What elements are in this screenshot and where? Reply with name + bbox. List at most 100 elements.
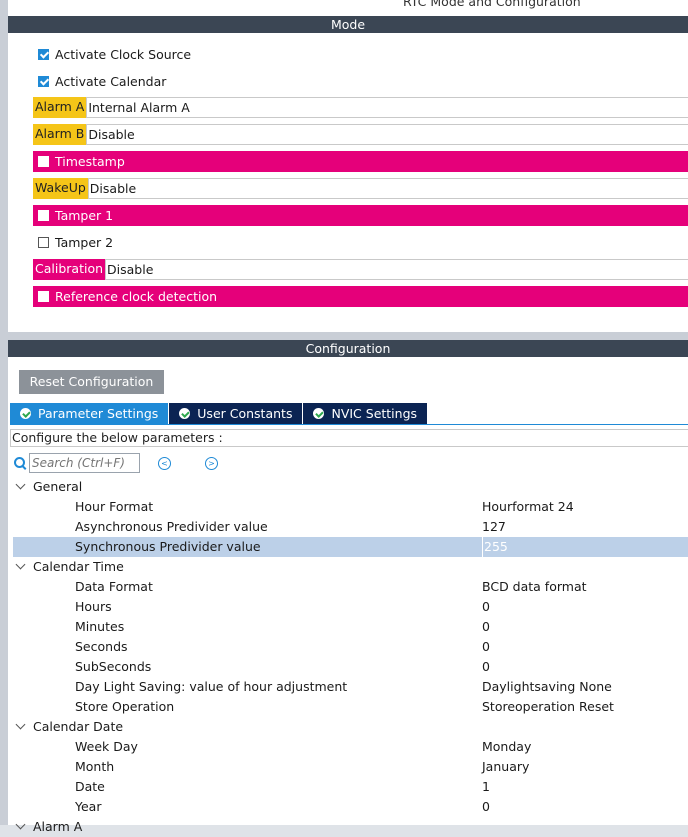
param-name: Year bbox=[75, 799, 102, 814]
param-row[interactable]: Day Light Saving: value of hour adjustme… bbox=[8, 677, 688, 697]
param-value[interactable]: 1 bbox=[482, 777, 490, 797]
tab-underline bbox=[10, 424, 688, 425]
activate-clock-source-row[interactable]: Activate Clock Source bbox=[33, 44, 688, 65]
param-name: Month bbox=[75, 759, 115, 774]
param-value[interactable]: Daylightsaving None bbox=[482, 677, 612, 697]
group-general[interactable]: General bbox=[8, 477, 688, 497]
left-gutter bbox=[0, 0, 8, 825]
param-value[interactable]: Hourformat 24 bbox=[482, 497, 574, 517]
param-row[interactable]: Seconds 0 bbox=[8, 637, 688, 657]
param-value[interactable]: 0 bbox=[482, 657, 490, 677]
tamper1-checkbox[interactable] bbox=[38, 210, 49, 221]
search-next-icon[interactable]: > bbox=[205, 456, 218, 470]
param-name: Week Day bbox=[75, 739, 138, 754]
tab-nvic-settings[interactable]: NVIC Settings bbox=[303, 403, 428, 424]
configure-hint: Configure the below parameters : bbox=[10, 429, 688, 447]
wakeup-row: WakeUp Disable bbox=[33, 178, 688, 199]
alarm-b-label: Alarm B bbox=[33, 124, 87, 145]
activate-clock-source-label: Activate Clock Source bbox=[55, 47, 192, 62]
timestamp-row[interactable]: Timestamp bbox=[33, 151, 688, 172]
chevron-down-icon[interactable] bbox=[15, 559, 26, 570]
tab-label: User Constants bbox=[197, 406, 293, 421]
param-value[interactable]: 127 bbox=[482, 517, 506, 537]
group-label: Calendar Date bbox=[33, 719, 124, 734]
search-previous-icon[interactable]: < bbox=[158, 456, 171, 470]
alarm-a-label: Alarm A bbox=[33, 97, 87, 118]
param-value[interactable]: Storeoperation Reset bbox=[482, 697, 614, 717]
param-value[interactable]: 0 bbox=[482, 797, 490, 817]
alarm-b-select[interactable]: Disable bbox=[86, 124, 688, 145]
reference-clock-checkbox[interactable] bbox=[38, 291, 49, 302]
param-name: Hours bbox=[75, 599, 112, 614]
configuration-panel: Reset Configuration Parameter Settings U… bbox=[8, 357, 688, 834]
tab-user-constants[interactable]: User Constants bbox=[169, 403, 303, 424]
group-label: Alarm A bbox=[33, 819, 83, 834]
activate-calendar-label: Activate Calendar bbox=[55, 74, 167, 89]
group-alarm-a[interactable]: Alarm A bbox=[8, 817, 688, 837]
param-row-selected[interactable]: Synchronous Predivider value 255 bbox=[13, 537, 688, 557]
panel-divider bbox=[8, 332, 688, 340]
param-value[interactable]: 0 bbox=[482, 597, 490, 617]
activate-calendar-row[interactable]: Activate Calendar bbox=[33, 71, 688, 92]
param-name: Hour Format bbox=[75, 499, 154, 514]
tamper1-label: Tamper 1 bbox=[55, 208, 114, 223]
param-name: Date bbox=[75, 779, 105, 794]
param-value-editor[interactable]: 255 bbox=[482, 537, 508, 557]
param-name: Store Operation bbox=[75, 699, 175, 714]
check-circle-icon bbox=[20, 408, 31, 419]
calibration-row: Calibration Disable bbox=[33, 259, 688, 280]
window-title: RTC Mode and Configuration bbox=[403, 0, 581, 9]
chevron-down-icon[interactable] bbox=[15, 719, 26, 730]
param-value[interactable]: January bbox=[482, 757, 529, 777]
mode-panel: Activate Clock Source Activate Calendar … bbox=[8, 33, 688, 332]
calibration-label: Calibration bbox=[33, 259, 106, 280]
group-calendar-time[interactable]: Calendar Time bbox=[8, 557, 688, 577]
tamper2-row[interactable]: Tamper 2 bbox=[33, 232, 688, 253]
param-name: Data Format bbox=[75, 579, 153, 594]
param-row[interactable]: Hours 0 bbox=[8, 597, 688, 617]
tab-label: NVIC Settings bbox=[331, 406, 418, 421]
alarm-b-row: Alarm B Disable bbox=[33, 124, 688, 145]
reset-configuration-button[interactable]: Reset Configuration bbox=[19, 370, 164, 394]
param-row[interactable]: Week Day Monday bbox=[8, 737, 688, 757]
window-title-bar: RTC Mode and Configuration bbox=[8, 0, 688, 16]
param-row[interactable]: Year 0 bbox=[8, 797, 688, 817]
param-row[interactable]: Month January bbox=[8, 757, 688, 777]
search-input[interactable] bbox=[29, 453, 140, 473]
param-name: Day Light Saving: value of hour adjustme… bbox=[75, 679, 348, 694]
activate-clock-source-checkbox[interactable] bbox=[38, 49, 49, 60]
param-value[interactable]: 0 bbox=[482, 637, 490, 657]
param-name: SubSeconds bbox=[75, 659, 152, 674]
param-row[interactable]: Date 1 bbox=[8, 777, 688, 797]
alarm-a-row: Alarm A Internal Alarm A bbox=[33, 97, 688, 118]
group-label: Calendar Time bbox=[33, 559, 124, 574]
wakeup-select[interactable]: Disable bbox=[87, 178, 688, 199]
param-row[interactable]: SubSeconds 0 bbox=[8, 657, 688, 677]
config-tabs: Parameter Settings User Constants NVIC S… bbox=[10, 403, 428, 424]
search-bar: < > bbox=[14, 453, 218, 473]
timestamp-checkbox[interactable] bbox=[38, 156, 49, 167]
param-value[interactable]: BCD data format bbox=[482, 577, 587, 597]
param-row[interactable]: Hour Format Hourformat 24 bbox=[8, 497, 688, 517]
param-row[interactable]: Data Format BCD data format bbox=[8, 577, 688, 597]
alarm-a-select[interactable]: Internal Alarm A bbox=[86, 97, 688, 118]
calibration-select[interactable]: Disable bbox=[105, 259, 688, 280]
activate-calendar-checkbox[interactable] bbox=[38, 76, 49, 87]
tamper2-checkbox[interactable] bbox=[38, 237, 49, 248]
configuration-panel-header: Configuration bbox=[8, 340, 688, 357]
param-name: Seconds bbox=[75, 639, 128, 654]
tab-parameter-settings[interactable]: Parameter Settings bbox=[10, 403, 169, 424]
param-value[interactable]: Monday bbox=[482, 737, 531, 757]
reference-clock-row[interactable]: Reference clock detection bbox=[33, 286, 688, 307]
param-row[interactable]: Asynchronous Predivider value 127 bbox=[8, 517, 688, 537]
param-row[interactable]: Store Operation Storeoperation Reset bbox=[8, 697, 688, 717]
group-calendar-date[interactable]: Calendar Date bbox=[8, 717, 688, 737]
chevron-down-icon[interactable] bbox=[15, 479, 26, 490]
search-icon bbox=[14, 457, 26, 469]
param-row[interactable]: Minutes 0 bbox=[8, 617, 688, 637]
param-name: Synchronous Predivider value bbox=[75, 539, 261, 554]
param-value[interactable]: 0 bbox=[482, 617, 490, 637]
tamper2-label: Tamper 2 bbox=[55, 235, 114, 250]
param-name: Asynchronous Predivider value bbox=[75, 519, 268, 534]
tamper1-row[interactable]: Tamper 1 bbox=[33, 205, 688, 226]
